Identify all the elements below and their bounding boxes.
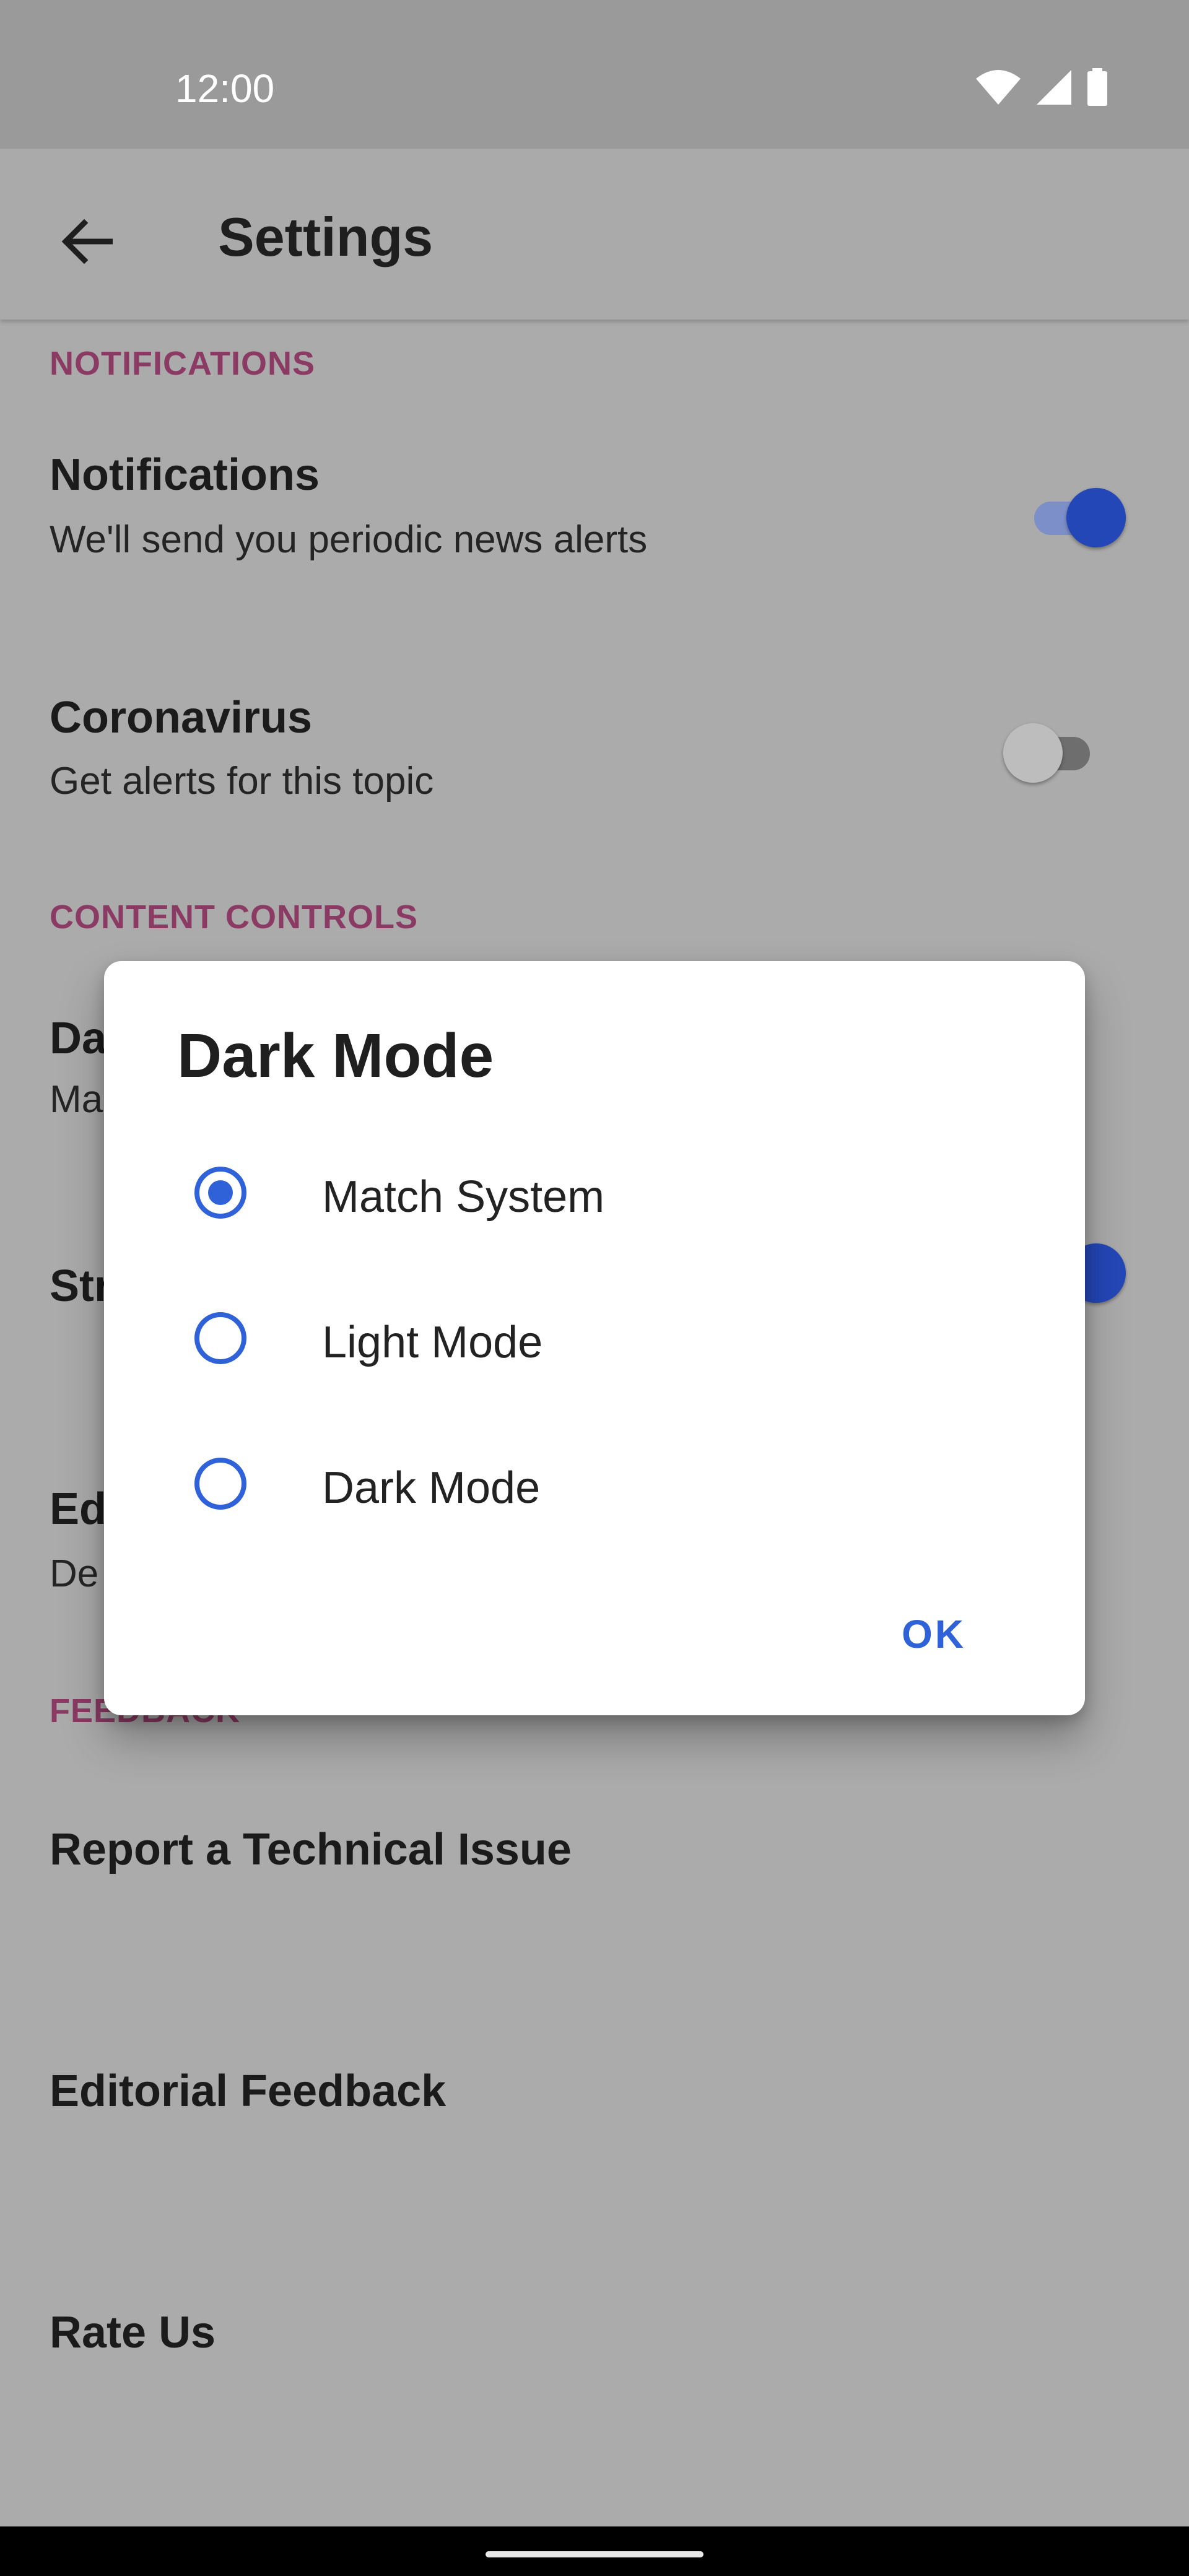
radio-button-checked[interactable] (194, 1167, 246, 1219)
ok-button[interactable]: OK (889, 1605, 978, 1663)
dark-mode-dialog: Dark Mode Match System Light Mode Dark M… (104, 961, 1085, 1715)
radio-button[interactable] (194, 1458, 246, 1510)
option-label: Match System (322, 1172, 605, 1222)
dialog-title: Dark Mode (177, 1021, 494, 1090)
radio-option-light-mode[interactable]: Light Mode (104, 1274, 1085, 1410)
option-label: Dark Mode (322, 1463, 541, 1513)
radio-option-match-system[interactable]: Match System (104, 1128, 1085, 1264)
home-gesture-handle[interactable] (486, 2551, 703, 2557)
radio-button[interactable] (194, 1312, 246, 1364)
radio-option-dark-mode[interactable]: Dark Mode (104, 1419, 1085, 1556)
navigation-bar (0, 2526, 1189, 2576)
option-label: Light Mode (322, 1318, 543, 1367)
